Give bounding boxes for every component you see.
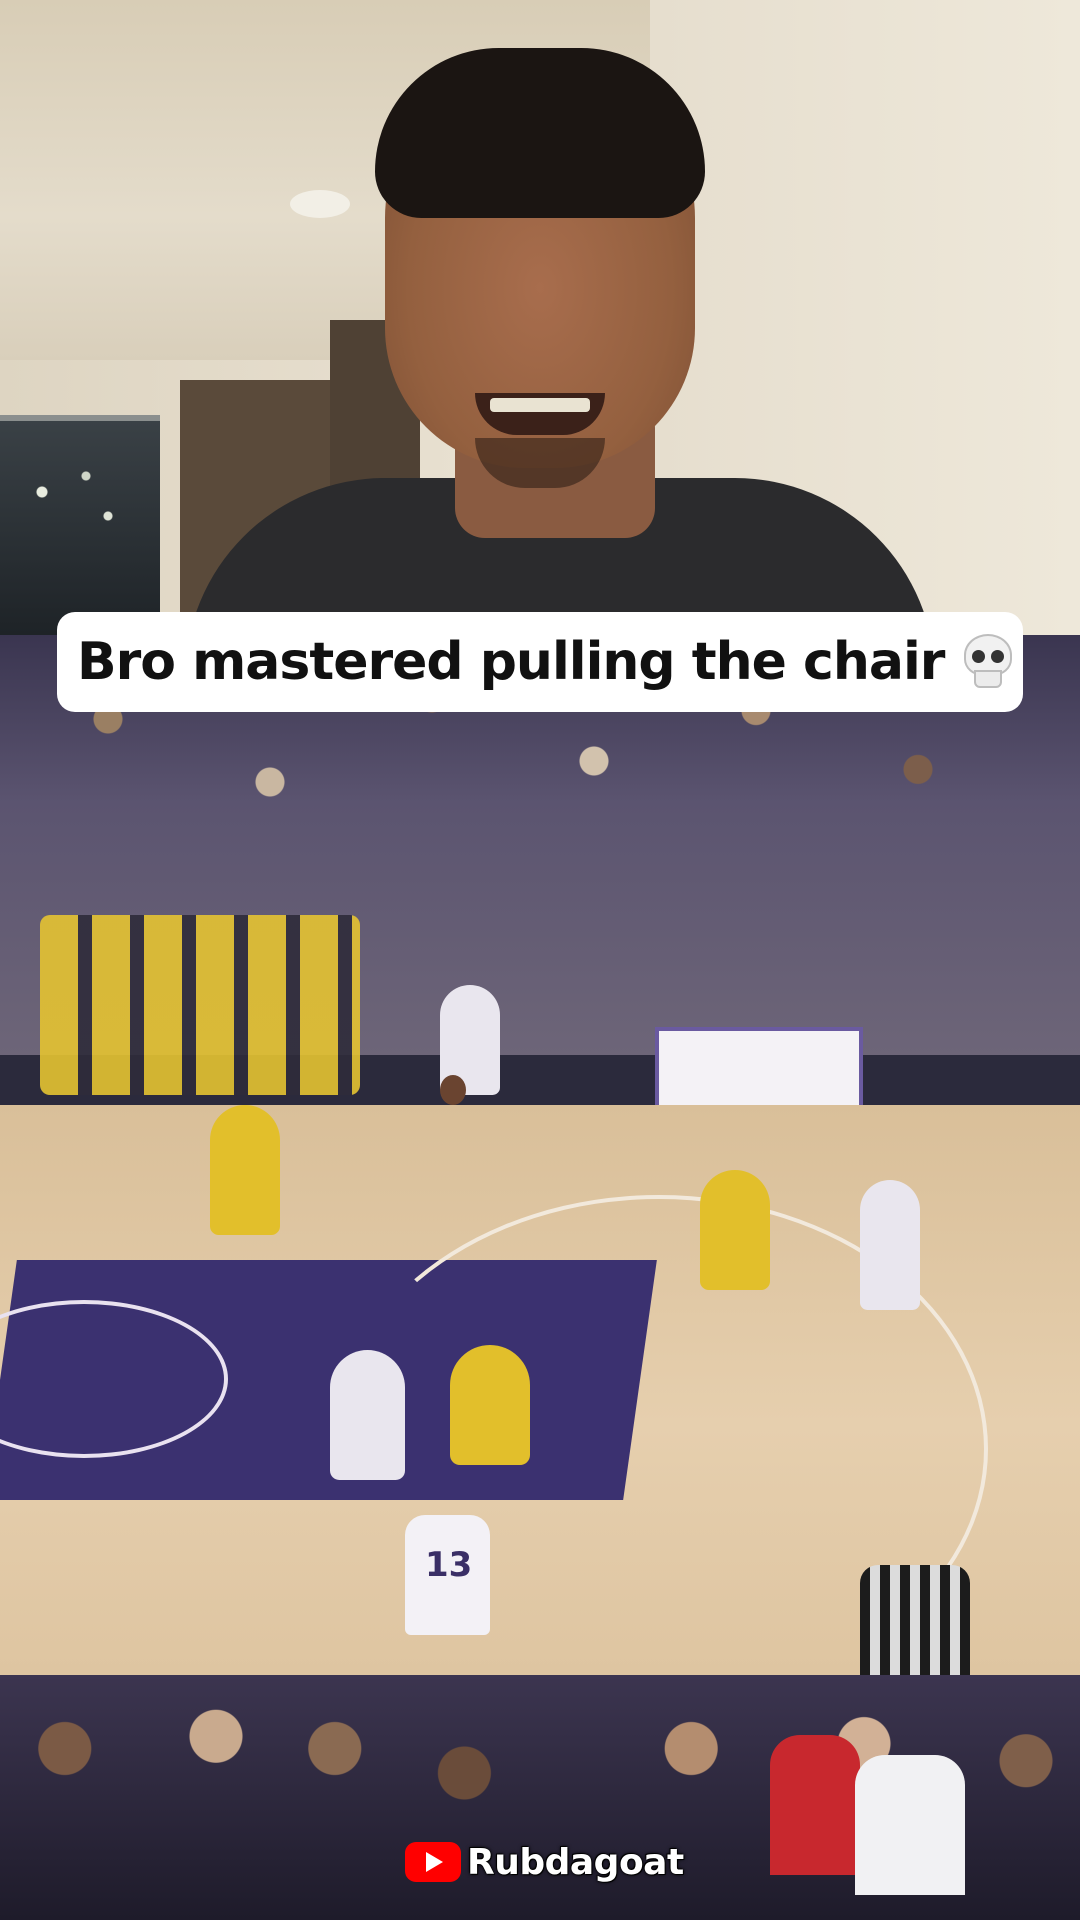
bench-players [40, 915, 360, 1095]
spectator-white [855, 1755, 965, 1895]
caption-bubble: Bro mastered pulling the chair [57, 612, 1023, 712]
window-lights [20, 460, 130, 540]
channel-name: Rubdagoat [467, 1841, 684, 1883]
skull-icon [962, 634, 1013, 690]
player-head [440, 1075, 466, 1105]
player-white-2 [860, 1180, 920, 1310]
player-gold-3 [450, 1345, 530, 1465]
youtube-icon [405, 1842, 461, 1882]
player-gold-2 [700, 1170, 770, 1290]
basketball-clip: 13 [0, 635, 1080, 1920]
spectator-red [770, 1735, 860, 1875]
reaction-video [0, 0, 1080, 635]
channel-watermark: Rubdagoat [405, 1838, 684, 1886]
player-gold-1 [210, 1105, 280, 1235]
hair [375, 48, 705, 218]
reacting-person [185, 48, 935, 635]
caption-text: Bro mastered pulling the chair [77, 632, 945, 692]
teeth [490, 398, 590, 412]
jersey-number: 13 [425, 1545, 473, 1585]
referee [860, 1565, 970, 1685]
player-white-3 [330, 1350, 405, 1480]
